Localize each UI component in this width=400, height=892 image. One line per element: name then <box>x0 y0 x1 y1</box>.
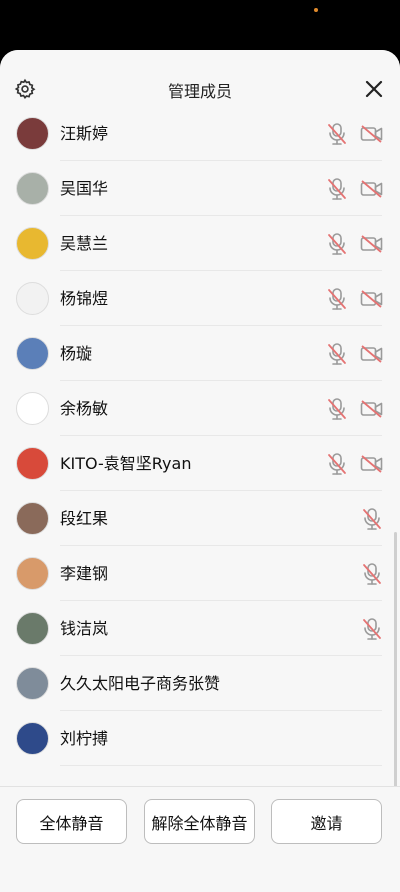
list-item[interactable]: 李建钢 <box>0 546 390 601</box>
avatar <box>16 392 49 425</box>
avatar <box>16 722 49 755</box>
mic-muted-icon[interactable] <box>361 562 383 586</box>
mic-muted-icon[interactable] <box>361 617 383 641</box>
avatar <box>16 337 49 370</box>
member-name: 久久太阳电子商务张赞 <box>60 674 221 693</box>
unmute-all-button[interactable]: 解除全体静音 <box>144 799 255 844</box>
list-item[interactable]: 杨锦煜 <box>0 271 390 326</box>
invite-button[interactable]: 邀请 <box>271 799 382 844</box>
member-name: KITO-袁智坚Ryan <box>60 454 192 473</box>
avatar <box>16 667 49 700</box>
camera-off-icon[interactable] <box>360 234 384 254</box>
avatar <box>16 557 49 590</box>
member-name: 刘柠搏 <box>60 729 109 748</box>
mic-muted-icon[interactable] <box>326 122 348 146</box>
list-item[interactable]: 杨璇 <box>0 326 390 381</box>
footer-actions: 全体静音 解除全体静音 邀请 <box>0 786 400 892</box>
member-name: 钱洁岚 <box>60 619 109 638</box>
divider <box>60 765 382 766</box>
mic-muted-icon[interactable] <box>326 287 348 311</box>
avatar <box>16 172 49 205</box>
list-item[interactable]: 久久太阳电子商务张赞 <box>0 656 390 711</box>
mic-muted-icon[interactable] <box>326 452 348 476</box>
camera-off-icon[interactable] <box>360 454 384 474</box>
member-name: 吴慧兰 <box>60 234 109 253</box>
member-name: 杨璇 <box>60 344 93 363</box>
list-item[interactable]: 段红果 <box>0 491 390 546</box>
close-icon[interactable] <box>364 79 384 99</box>
status-indicator-dot <box>314 8 318 12</box>
member-list[interactable]: 汪斯婷吴国华吴慧兰杨锦煜杨璇余杨敏 KITO-袁智坚Ryan 段红果李建钢钱洁岚久久… <box>0 106 400 786</box>
mic-muted-icon[interactable] <box>326 177 348 201</box>
mic-muted-icon[interactable] <box>326 342 348 366</box>
manage-members-sheet: 管理成员 汪斯婷吴国华吴慧兰杨锦煜杨璇余杨敏 KITO-袁智坚Ryan 段红果李建钢… <box>0 50 400 892</box>
camera-off-icon[interactable] <box>360 289 384 309</box>
member-name: 李建钢 <box>60 564 109 583</box>
mic-muted-icon[interactable] <box>361 507 383 531</box>
member-name: 段红果 <box>60 509 109 528</box>
member-name: 吴国华 <box>60 179 109 198</box>
mute-all-button[interactable]: 全体静音 <box>16 799 127 844</box>
avatar <box>16 227 49 260</box>
mic-muted-icon[interactable] <box>326 232 348 256</box>
list-item[interactable]: 吴慧兰 <box>0 216 390 271</box>
list-item[interactable]: 刘柠搏 <box>0 711 390 766</box>
member-name: 余杨敏 <box>60 399 109 418</box>
member-name: 汪斯婷 <box>60 124 109 143</box>
avatar <box>16 282 49 315</box>
list-item[interactable]: 钱洁岚 <box>0 601 390 656</box>
camera-off-icon[interactable] <box>360 399 384 419</box>
camera-off-icon[interactable] <box>360 124 384 144</box>
avatar <box>16 612 49 645</box>
avatar <box>16 117 49 150</box>
sheet-header: 管理成员 <box>0 50 400 110</box>
list-item[interactable]: 吴国华 <box>0 161 390 216</box>
avatar <box>16 447 49 480</box>
page-title: 管理成员 <box>167 82 232 101</box>
camera-off-icon[interactable] <box>360 179 384 199</box>
list-item[interactable]: 余杨敏 <box>0 381 390 436</box>
avatar <box>16 502 49 535</box>
mic-muted-icon[interactable] <box>326 397 348 421</box>
list-item[interactable]: 汪斯婷 <box>0 106 390 161</box>
camera-off-icon[interactable] <box>360 344 384 364</box>
list-item[interactable]: KITO-袁智坚Ryan <box>0 436 390 491</box>
member-name: 杨锦煜 <box>60 289 109 308</box>
